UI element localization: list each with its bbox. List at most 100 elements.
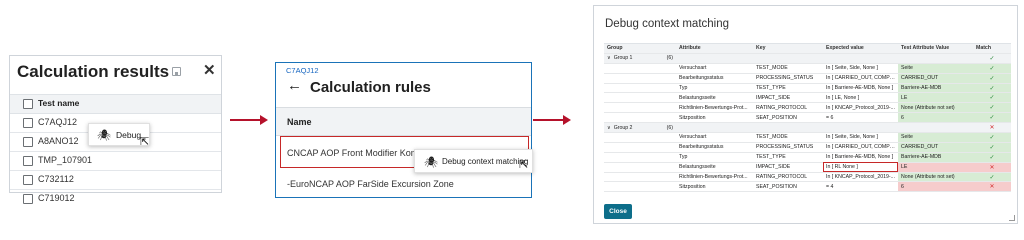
table-header: Test name: [10, 94, 221, 114]
match-cell: ✓: [973, 102, 1011, 114]
row-checkbox[interactable]: [23, 118, 33, 128]
match-cell: ✓: [973, 152, 1011, 163]
debug-menu-item[interactable]: Debug: [116, 130, 141, 140]
match-cell: ✓: [973, 172, 1011, 183]
expected-value-cell: = 6: [823, 112, 898, 124]
group-spacer-cell: [604, 83, 676, 94]
match-cell: ✓: [973, 63, 1011, 74]
test-value-cell: Seite: [898, 132, 973, 143]
expected-value-cell: In [ Seite, Side, None ]: [823, 132, 898, 143]
resize-handle-icon[interactable]: [1009, 215, 1015, 221]
column-header: Test Attribute Value: [898, 43, 973, 54]
table-row: Sitzposition SEAT_POSITION = 6 6 ✓: [604, 112, 1011, 124]
back-arrow-icon[interactable]: ←: [287, 77, 302, 94]
table-row[interactable]: C732112: [10, 171, 221, 190]
key-cell: TEST_TYPE: [753, 83, 823, 94]
expected-value-cell: In [ KNCAP_Protocol_2019-...: [823, 172, 898, 183]
dialog-title: Debug context matching: [605, 18, 730, 30]
match-cell: ✓: [973, 142, 1011, 153]
expected-value-cell: In [ KNCAP_Protocol_2019-...: [823, 102, 898, 114]
flow-arrow-icon: [230, 115, 268, 125]
group-name: Group 1: [613, 55, 633, 62]
chevron-down-icon[interactable]: ∨: [607, 55, 611, 61]
group-spacer-cell: [604, 162, 676, 173]
test-value-cell: LE: [898, 92, 973, 104]
attribute-cell: Richtlinien-Bewertungs-Prot...: [676, 102, 753, 114]
test-value-cell: 6: [898, 181, 973, 193]
breadcrumb[interactable]: C7AQJ12: [286, 66, 319, 75]
table-row[interactable]: C719012: [10, 190, 221, 209]
match-cell: ✓: [973, 132, 1011, 143]
group-spacer-cell: [604, 142, 676, 153]
column-header: Group: [604, 43, 676, 54]
close-button[interactable]: Close: [604, 204, 632, 219]
group-row[interactable]: ∨ Group 1 (6) ✓: [604, 53, 1011, 64]
expected-value-cell: In [ LE, None ]: [823, 92, 898, 104]
group-cell[interactable]: ∨ Group 2 (6): [604, 122, 676, 134]
close-icon[interactable]: ✕: [203, 61, 216, 79]
empty-cell: [753, 122, 823, 134]
row-label: A8ANO12: [38, 136, 79, 146]
attribute-cell: Sitzposition: [676, 112, 753, 124]
page-title: Calculation rules: [310, 79, 431, 96]
table-header: Name: [276, 108, 531, 136]
test-value-cell: None (Attribute not set): [898, 172, 973, 183]
bug-icon: 🕷: [424, 157, 438, 169]
calculation-rules-panel: C7AQJ12 ← Calculation rules Name CNCAP A…: [275, 62, 532, 198]
mouse-cursor-icon: ⇱: [140, 136, 150, 148]
column-header-name: Name: [287, 117, 312, 127]
table-row: Richtlinien-Bewertungs-Prot... RATING_PRO…: [604, 172, 1011, 183]
key-cell: IMPACT_SIDE: [753, 162, 823, 173]
save-icon[interactable]: [172, 67, 181, 76]
debug-context-menu: 🕷 Debug context matching: [414, 149, 533, 173]
empty-cell: [823, 53, 898, 64]
row-checkbox[interactable]: [23, 137, 33, 147]
table-row[interactable]: TMP_107901: [10, 152, 221, 171]
group-spacer-cell: [604, 102, 676, 114]
group-spacer-cell: [604, 73, 676, 84]
attribute-cell: Bearbeitungsstatus: [676, 73, 753, 84]
key-cell: PROCESSING_STATUS: [753, 142, 823, 153]
bug-icon: 🕷: [97, 130, 111, 142]
group-name: Group 2: [613, 124, 633, 131]
key-cell: SEAT_POSITION: [753, 181, 823, 193]
row-checkbox[interactable]: [23, 175, 33, 185]
expected-value-cell: In [ RL None ]: [823, 162, 898, 173]
row-checkbox[interactable]: [23, 194, 33, 204]
row-label: C719012: [38, 193, 75, 203]
debug-context-matching-menu-item[interactable]: Debug context matching: [442, 157, 528, 166]
chevron-down-icon[interactable]: ∨: [607, 125, 611, 131]
key-cell: IMPACT_SIDE: [753, 92, 823, 104]
empty-cell: [898, 122, 973, 134]
group-spacer-cell: [604, 92, 676, 104]
key-cell: TEST_MODE: [753, 132, 823, 143]
test-value-cell: LE: [898, 162, 973, 173]
group-match-cell: ✕: [973, 122, 1011, 134]
group-spacer-cell: [604, 63, 676, 74]
test-value-cell: Barriere-AE-MDB: [898, 83, 973, 94]
table-row: Typ TEST_TYPE In [ Barriere-AE-MDB, None ]…: [604, 152, 1011, 163]
group-match-cell: ✓: [973, 53, 1011, 64]
test-value-cell: 6: [898, 112, 973, 124]
group-spacer-cell: [604, 152, 676, 163]
test-value-cell: CARRIED_OUT: [898, 73, 973, 84]
expected-value-cell: = 4: [823, 181, 898, 193]
attribute-cell: Typ: [676, 152, 753, 163]
test-value-cell: CARRIED_OUT: [898, 142, 973, 153]
match-cell: ✓: [973, 112, 1011, 124]
table-row: Richtlinien-Bewertungs-Prot... RATING_PRO…: [604, 102, 1011, 114]
column-header: Key: [753, 43, 823, 54]
matching-table: Group Attribute Key Expected value Test …: [604, 43, 1011, 193]
column-header: Match: [973, 43, 1011, 54]
group-count: (6): [666, 55, 673, 62]
select-all-checkbox[interactable]: [23, 99, 33, 109]
group-row[interactable]: ∨ Group 2 (6) ✕: [604, 122, 1011, 134]
row-checkbox[interactable]: [23, 156, 33, 166]
match-cell: ✕: [973, 181, 1011, 193]
expected-value-cell: In [ CARRIED_OUT, COMPLE...: [823, 142, 898, 153]
empty-cell: [753, 53, 823, 64]
attribute-cell: Richtlinien-Bewertungs-Prot...: [676, 172, 753, 183]
expected-value-cell: In [ Barriere-AE-MDB, None ]: [823, 152, 898, 163]
group-cell[interactable]: ∨ Group 1 (6): [604, 53, 676, 64]
empty-cell: [676, 122, 753, 134]
